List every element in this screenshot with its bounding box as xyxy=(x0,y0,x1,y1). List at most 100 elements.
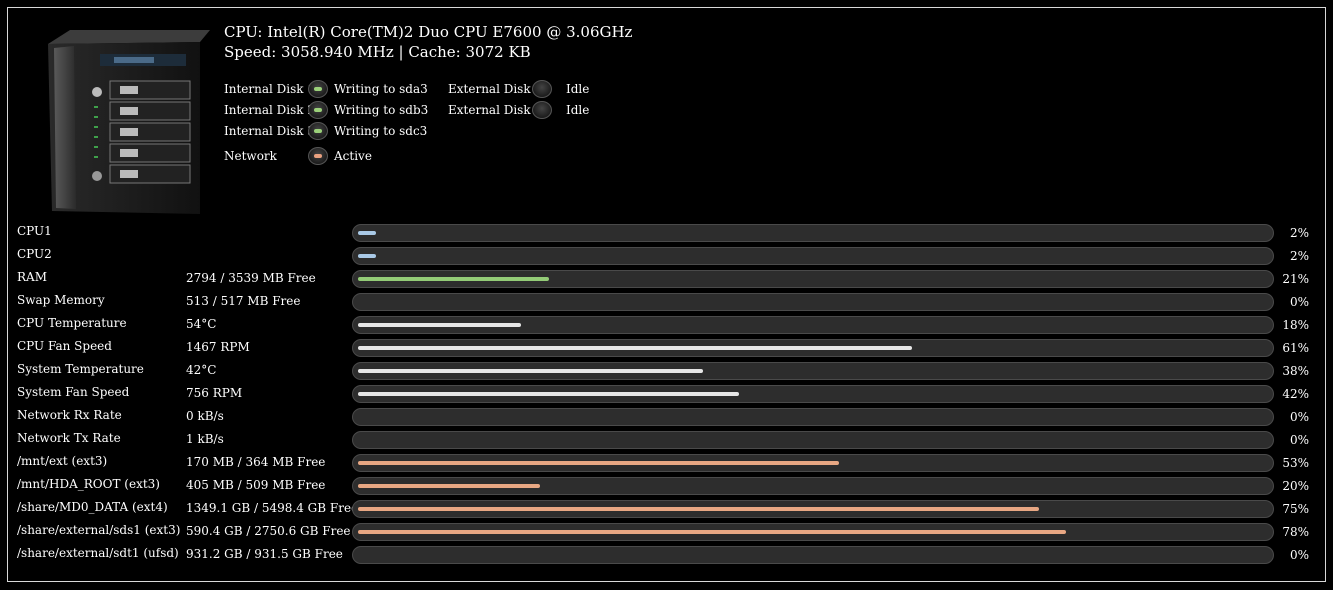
disk-led-icon xyxy=(532,80,552,98)
progress-fill xyxy=(358,346,912,350)
stat-value: 2794 / 3539 MB Free xyxy=(186,271,316,285)
stat-percent: 0% xyxy=(1289,295,1309,309)
stat-row-cpu1: CPU1 2% xyxy=(17,224,1317,247)
progress-bar xyxy=(352,431,1274,449)
stat-row-share-md0-data-ext4: /share/MD0_DATA (ext4) 1349.1 GB / 5498.4… xyxy=(17,500,1317,523)
progress-bar xyxy=(352,408,1274,426)
stat-percent: 78% xyxy=(1282,525,1309,539)
stat-value: 756 RPM xyxy=(186,386,243,400)
stat-percent: 0% xyxy=(1289,548,1309,562)
progress-bar xyxy=(352,523,1274,541)
stat-row-cpu2: CPU2 2% xyxy=(17,247,1317,270)
progress-fill xyxy=(358,277,549,281)
stat-name: Network Rx Rate xyxy=(17,408,122,422)
stat-percent: 0% xyxy=(1289,410,1309,424)
disk-label: Internal Disk 3 xyxy=(224,124,316,138)
stat-name: CPU1 xyxy=(17,224,52,238)
disk-status: Idle xyxy=(566,103,590,117)
disk-status: Idle xyxy=(566,82,590,96)
progress-fill xyxy=(358,392,740,396)
stat-row-cpu-temperature: CPU Temperature 54°C 18% xyxy=(17,316,1317,339)
progress-fill xyxy=(358,369,704,373)
progress-fill xyxy=(358,507,1039,511)
disk-label: Internal Disk 1 xyxy=(224,82,316,96)
progress-bar xyxy=(352,247,1274,265)
progress-fill xyxy=(358,231,377,235)
disk-led-icon xyxy=(308,80,328,98)
cpu-info: CPU: Intel(R) Core(TM)2 Duo CPU E7600 @ … xyxy=(224,22,632,62)
cpu-model: CPU: Intel(R) Core(TM)2 Duo CPU E7600 @ … xyxy=(224,23,633,41)
stat-percent: 42% xyxy=(1282,387,1309,401)
stat-percent: 38% xyxy=(1282,364,1309,378)
progress-bar xyxy=(352,546,1274,564)
stat-value: 1467 RPM xyxy=(186,340,250,354)
stat-value: 42°C xyxy=(186,363,217,377)
stat-value: 0 kB/s xyxy=(186,409,224,423)
progress-fill xyxy=(358,323,522,327)
stat-percent: 75% xyxy=(1282,502,1309,516)
stat-row-network-tx-rate: Network Tx Rate 1 kB/s 0% xyxy=(17,431,1317,454)
stat-value: 1 kB/s xyxy=(186,432,224,446)
stat-row-mnt-hda-root-ext3: /mnt/HDA_ROOT (ext3) 405 MB / 509 MB Free… xyxy=(17,477,1317,500)
stat-row-share-external-sds1-ext3: /share/external/sds1 (ext3) 590.4 GB / 27… xyxy=(17,523,1317,546)
stat-percent: 2% xyxy=(1289,226,1309,240)
stat-name: /share/external/sdt1 (ufsd) xyxy=(17,546,179,560)
stat-value: 170 MB / 364 MB Free xyxy=(186,455,326,469)
stat-name: /share/MD0_DATA (ext4) xyxy=(17,500,168,514)
stat-name: Network Tx Rate xyxy=(17,431,121,445)
progress-fill xyxy=(358,461,840,465)
stat-value: 513 / 517 MB Free xyxy=(186,294,301,308)
progress-bar xyxy=(352,316,1274,334)
stat-percent: 2% xyxy=(1289,249,1309,263)
disk-status: Writing to sdb3 xyxy=(334,103,429,117)
stat-value: 931.2 GB / 931.5 GB Free xyxy=(186,547,343,561)
network-led-icon xyxy=(308,147,328,165)
disk-led-icon xyxy=(308,101,328,119)
progress-fill xyxy=(358,254,377,258)
stat-value: 590.4 GB / 2750.6 GB Free xyxy=(186,524,351,538)
progress-bar xyxy=(352,362,1274,380)
disk-status: Writing to sda3 xyxy=(334,82,428,96)
stat-row-system-fan-speed: System Fan Speed 756 RPM 42% xyxy=(17,385,1317,408)
progress-bar xyxy=(352,477,1274,495)
progress-bar xyxy=(352,500,1274,518)
stat-row-system-temperature: System Temperature 42°C 38% xyxy=(17,362,1317,385)
stat-row-share-external-sdt1-ufsd: /share/external/sdt1 (ufsd) 931.2 GB / 93… xyxy=(17,546,1317,569)
stat-name: CPU Temperature xyxy=(17,316,127,330)
stat-row-swap-memory: Swap Memory 513 / 517 MB Free 0% xyxy=(17,293,1317,316)
disk-led-icon xyxy=(532,101,552,119)
stat-percent: 21% xyxy=(1282,272,1309,286)
stat-percent: 20% xyxy=(1282,479,1309,493)
stat-value: 1349.1 GB / 5498.4 GB Free xyxy=(186,501,359,515)
stat-row-cpu-fan-speed: CPU Fan Speed 1467 RPM 61% xyxy=(17,339,1317,362)
stat-name: /mnt/ext (ext3) xyxy=(17,454,108,468)
progress-bar xyxy=(352,270,1274,288)
nas-device-image xyxy=(48,30,210,214)
disk-led-icon xyxy=(308,122,328,140)
stat-value: 54°C xyxy=(186,317,217,331)
stat-row-ram: RAM 2794 / 3539 MB Free 21% xyxy=(17,270,1317,293)
progress-bar xyxy=(352,454,1274,472)
stat-name: CPU Fan Speed xyxy=(17,339,112,353)
stat-name: RAM xyxy=(17,270,47,284)
progress-bar xyxy=(352,339,1274,357)
cpu-speed: Speed: 3058.940 MHz | Cache: 3072 KB xyxy=(224,43,531,61)
stat-percent: 61% xyxy=(1282,341,1309,355)
disk-status: Writing to sdc3 xyxy=(334,124,428,138)
stat-name: /share/external/sds1 (ext3) xyxy=(17,523,181,537)
progress-bar xyxy=(352,224,1274,242)
stat-value: 405 MB / 509 MB Free xyxy=(186,478,326,492)
disk-label: Internal Disk 2 xyxy=(224,103,316,117)
network-status: Active xyxy=(334,149,372,163)
stat-row-network-rx-rate: Network Rx Rate 0 kB/s 0% xyxy=(17,408,1317,431)
progress-bar xyxy=(352,385,1274,403)
stat-name: CPU2 xyxy=(17,247,52,261)
stat-percent: 53% xyxy=(1282,456,1309,470)
stat-row-mnt-ext-ext3: /mnt/ext (ext3) 170 MB / 364 MB Free 53% xyxy=(17,454,1317,477)
stat-name: System Fan Speed xyxy=(17,385,130,399)
stat-name: /mnt/HDA_ROOT (ext3) xyxy=(17,477,160,491)
progress-bar xyxy=(352,293,1274,311)
stat-name: System Temperature xyxy=(17,362,144,376)
stat-percent: 0% xyxy=(1289,433,1309,447)
stat-name: Swap Memory xyxy=(17,293,105,307)
